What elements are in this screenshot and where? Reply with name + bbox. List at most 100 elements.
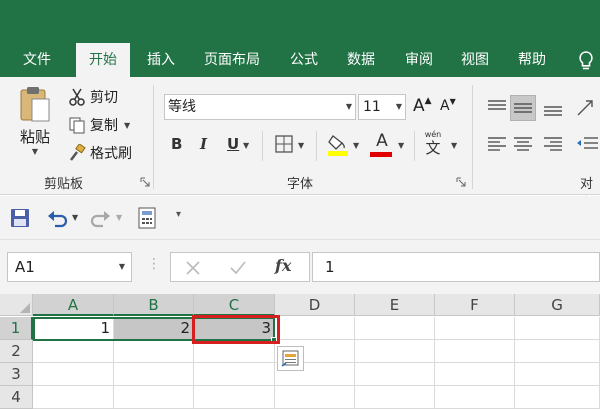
cell-d4[interactable] — [275, 386, 355, 409]
cell-g1[interactable] — [515, 317, 600, 340]
paste-button[interactable]: 粘贴 ▼ — [18, 85, 52, 156]
cell-a4[interactable] — [33, 386, 114, 409]
font-launcher-icon[interactable] — [456, 177, 466, 187]
column-header-e[interactable]: E — [355, 294, 435, 316]
undo-dropdown-arrow[interactable]: ▼ — [72, 213, 78, 222]
formula-input[interactable]: 1 — [312, 252, 600, 282]
cell-g3[interactable] — [515, 363, 600, 386]
align-left-icon[interactable] — [484, 131, 510, 157]
copy-label: 复制 — [90, 118, 118, 134]
form-icon[interactable] — [138, 207, 156, 229]
fill-color-dropdown-arrow[interactable]: ▼ — [353, 141, 359, 150]
cell-e4[interactable] — [355, 386, 435, 409]
align-top-icon[interactable] — [484, 95, 510, 121]
select-all-corner[interactable] — [0, 294, 33, 316]
cell-b4[interactable] — [114, 386, 194, 409]
cell-e2[interactable] — [355, 340, 435, 363]
paste-dropdown-arrow[interactable]: ▼ — [32, 147, 38, 156]
tab-formulas[interactable]: 公式 — [280, 43, 328, 77]
tab-insert[interactable]: 插入 — [136, 43, 186, 77]
underline-dropdown-arrow[interactable]: ▼ — [243, 141, 249, 150]
enter-icon[interactable] — [229, 260, 247, 276]
cell-d1[interactable] — [275, 317, 355, 340]
cell-e1[interactable] — [355, 317, 435, 340]
cell-g4[interactable] — [515, 386, 600, 409]
cell-b2[interactable] — [114, 340, 194, 363]
cell-f2[interactable] — [435, 340, 515, 363]
redo-icon[interactable] — [90, 208, 112, 228]
font-name-dropdown-arrow[interactable]: ▼ — [346, 95, 352, 119]
format-painter-button[interactable]: 格式刷 — [68, 143, 132, 163]
font-name-select[interactable]: 等线 ▼ — [164, 94, 356, 120]
cell-c3[interactable] — [194, 363, 275, 386]
cut-label: 剪切 — [90, 90, 118, 106]
customize-toolbar-arrow[interactable]: ▾ — [176, 209, 181, 220]
cell-c4[interactable] — [194, 386, 275, 409]
align-middle-button[interactable] — [510, 95, 536, 121]
copy-button[interactable]: 复制 ▼ — [68, 115, 130, 135]
cell-f4[interactable] — [435, 386, 515, 409]
font-color-swatch — [370, 152, 392, 157]
underline-button[interactable]: U — [227, 135, 239, 153]
redo-dropdown-arrow[interactable]: ▼ — [116, 213, 122, 222]
column-header-b[interactable]: B — [114, 294, 194, 316]
undo-icon[interactable] — [46, 208, 68, 228]
font-size-select[interactable]: 11 ▼ — [358, 94, 406, 120]
cell-b3[interactable] — [114, 363, 194, 386]
column-header-f[interactable]: F — [435, 294, 515, 316]
font-divider — [414, 131, 415, 161]
formula-buttons: fx — [170, 252, 310, 282]
decrease-indent-icon[interactable] — [574, 131, 600, 157]
insert-function-button[interactable]: fx — [275, 256, 291, 275]
fill-color-icon[interactable] — [327, 133, 349, 157]
tab-data[interactable]: 数据 — [336, 43, 386, 77]
name-box[interactable]: A1 ▼ — [7, 252, 132, 282]
column-header-g[interactable]: G — [515, 294, 600, 316]
quick-analysis-button[interactable] — [277, 346, 304, 371]
cell-a3[interactable] — [33, 363, 114, 386]
row-header-3[interactable]: 3 — [0, 363, 33, 386]
align-center-icon[interactable] — [510, 131, 536, 157]
tab-help[interactable]: 帮助 — [508, 43, 556, 77]
row-header-4[interactable]: 4 — [0, 386, 33, 409]
cell-e3[interactable] — [355, 363, 435, 386]
select-all-triangle-icon — [20, 303, 30, 313]
column-header-a[interactable]: A — [33, 294, 114, 316]
cell-f3[interactable] — [435, 363, 515, 386]
cell-g2[interactable] — [515, 340, 600, 363]
phonetic-button[interactable]: wén 文 — [423, 130, 443, 157]
tab-page-layout[interactable]: 页面布局 — [196, 43, 268, 77]
bold-button[interactable]: B — [171, 135, 182, 153]
name-box-dropdown-arrow[interactable]: ▼ — [119, 253, 125, 281]
column-header-d[interactable]: D — [275, 294, 355, 316]
align-right-icon[interactable] — [540, 131, 566, 157]
lightbulb-icon[interactable] — [576, 50, 596, 72]
formula-bar-splitter[interactable]: ⋮ — [147, 256, 161, 272]
tab-review[interactable]: 审阅 — [394, 43, 444, 77]
phonetic-dropdown-arrow[interactable]: ▼ — [451, 141, 457, 150]
grow-font-button[interactable]: A ▲ — [413, 96, 432, 116]
font-size-dropdown-arrow[interactable]: ▼ — [396, 95, 402, 119]
border-icon[interactable] — [275, 135, 295, 153]
tab-file[interactable]: 文件 — [8, 43, 66, 77]
copy-dropdown-arrow[interactable]: ▼ — [124, 121, 130, 130]
save-icon[interactable] — [10, 208, 30, 228]
row-header-1[interactable]: 1 — [0, 317, 33, 340]
italic-button[interactable]: I — [200, 135, 207, 153]
cell-f1[interactable] — [435, 317, 515, 340]
orientation-icon[interactable] — [572, 95, 598, 121]
shrink-font-button[interactable]: A ▼ — [440, 97, 456, 115]
cancel-icon[interactable] — [185, 260, 201, 276]
align-bottom-icon[interactable] — [540, 95, 566, 121]
row-header-2[interactable]: 2 — [0, 340, 33, 363]
cell-a2[interactable] — [33, 340, 114, 363]
clipboard-launcher-icon[interactable] — [140, 177, 150, 187]
font-color-dropdown-arrow[interactable]: ▼ — [398, 141, 404, 150]
font-color-button[interactable]: A — [371, 131, 393, 151]
border-dropdown-arrow[interactable]: ▼ — [298, 141, 304, 150]
font-divider — [262, 131, 263, 161]
column-header-c[interactable]: C — [194, 294, 275, 316]
tab-view[interactable]: 视图 — [450, 43, 500, 77]
tab-home[interactable]: 开始 — [76, 43, 130, 77]
cut-button[interactable]: 剪切 — [68, 87, 118, 107]
